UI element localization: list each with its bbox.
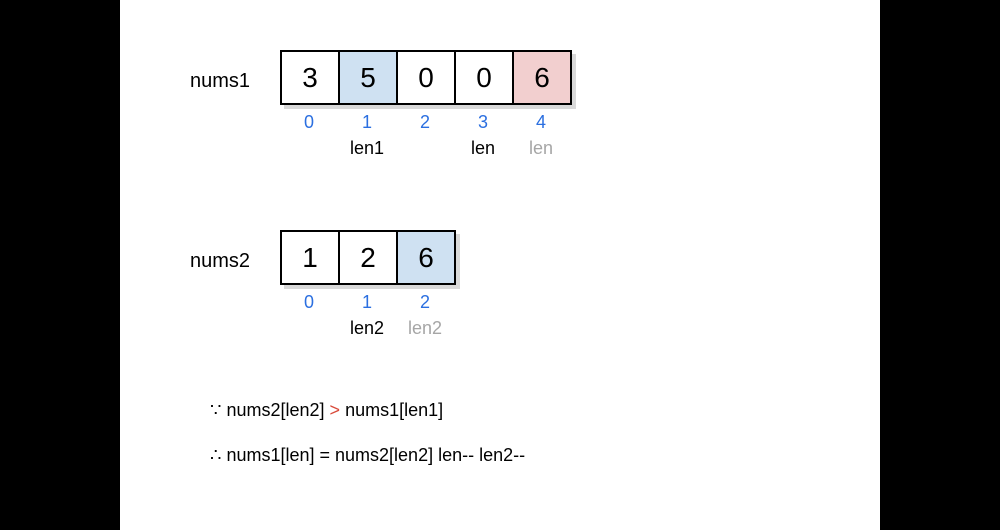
- nums2-cell-0: 1: [280, 230, 340, 285]
- label-nums2: nums2: [190, 250, 250, 273]
- nums2-idx-2: 2: [396, 292, 454, 313]
- nums1-pointers: len1 len len: [280, 138, 570, 159]
- nums1-idx-4: 4: [512, 112, 570, 133]
- nums2-ptr-2: len2: [396, 318, 454, 339]
- black-bar-right: [880, 0, 1000, 530]
- nums1-cell-0: 3: [280, 50, 340, 105]
- nums2-idx-0: 0: [280, 292, 338, 313]
- nums1-ptr-1: len1: [338, 138, 396, 159]
- nums2-ptr-1: len2: [338, 318, 396, 339]
- cond-op: >: [330, 400, 341, 420]
- nums2-cell-2: 6: [396, 230, 456, 285]
- nums1-cell-4: 6: [512, 50, 572, 105]
- nums1-cell-1: 5: [338, 50, 398, 105]
- logic-result: ∴ nums1[len] = nums2[len2] len-- len2--: [210, 445, 525, 466]
- nums1-idx-1: 1: [338, 112, 396, 133]
- nums1-idx-3: 3: [454, 112, 512, 133]
- nums1-indices: 0 1 2 3 4: [280, 112, 570, 133]
- label-nums1: nums1: [190, 70, 250, 93]
- diagram-canvas: nums1 3 5 0 0 6 0 1 2 3 4 len1 len len n…: [120, 0, 880, 530]
- array-nums2: 1 2 6: [280, 230, 456, 285]
- nums1-ptr-4: len: [512, 138, 570, 159]
- cond-suffix: nums1[len1]: [345, 400, 443, 420]
- nums2-pointers: len2 len2: [280, 318, 454, 339]
- black-bar-left: [0, 0, 120, 530]
- nums1-idx-0: 0: [280, 112, 338, 133]
- nums2-cell-1: 2: [338, 230, 398, 285]
- cond-prefix: ∵ nums2[len2]: [210, 400, 325, 420]
- nums1-ptr-3: len: [454, 138, 512, 159]
- nums1-cell-2: 0: [396, 50, 456, 105]
- nums2-idx-1: 1: [338, 292, 396, 313]
- nums2-indices: 0 1 2: [280, 292, 454, 313]
- nums1-idx-2: 2: [396, 112, 454, 133]
- array-nums1: 3 5 0 0 6: [280, 50, 572, 105]
- logic-condition: ∵ nums2[len2] > nums1[len1]: [210, 400, 443, 421]
- nums1-cell-3: 0: [454, 50, 514, 105]
